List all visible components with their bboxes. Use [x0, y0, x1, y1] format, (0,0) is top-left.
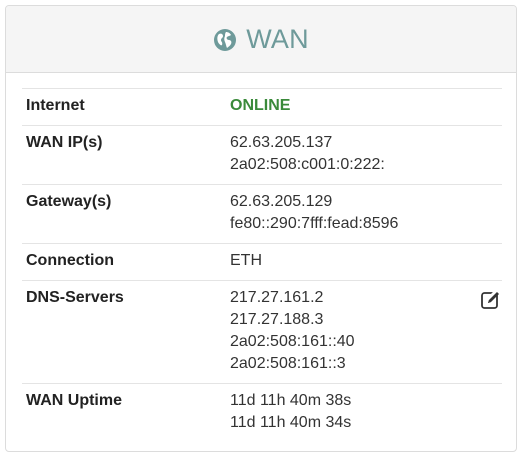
- wan-panel: WAN Internet ONLINE WAN IP(s) 62.63.205.…: [5, 5, 517, 452]
- panel-header: WAN: [6, 6, 516, 73]
- gateway-value: 62.63.205.129: [230, 193, 333, 210]
- gateway-label: Gateway(s): [22, 184, 226, 244]
- wan-ip-label: WAN IP(s): [22, 125, 226, 185]
- dns-servers-label: DNS-Servers: [22, 280, 226, 384]
- row-wan-uptime: WAN Uptime 11d 11h 40m 38s 11d 11h 40m 3…: [22, 383, 502, 442]
- wan-uptime-value: 11d 11h 40m 34s: [230, 414, 352, 431]
- row-gateway: Gateway(s) 62.63.205.129 fe80::290:7fff:…: [22, 184, 502, 244]
- panel-title: WAN: [246, 23, 309, 54]
- wan-uptime-value: 11d 11h 40m 38s: [230, 392, 352, 409]
- dns-server-value: 2a02:508:161::40: [230, 333, 355, 350]
- row-dns-servers: DNS-Servers 217.27.161.2 217.27.188.3 2a…: [22, 280, 502, 384]
- connection-value: ETH: [226, 243, 470, 281]
- globe-icon: [213, 28, 237, 52]
- dns-server-value: 217.27.188.3: [230, 311, 324, 328]
- row-connection: Connection ETH: [22, 243, 502, 281]
- wan-uptime-label: WAN Uptime: [22, 383, 226, 442]
- dns-server-value: 2a02:508:161::3: [230, 355, 346, 372]
- connection-label: Connection: [22, 243, 226, 281]
- internet-label: Internet: [22, 88, 226, 126]
- dns-server-value: 217.27.161.2: [230, 289, 324, 306]
- gateway-value: fe80::290:7fff:fead:8596: [230, 215, 399, 232]
- row-internet: Internet ONLINE: [22, 88, 502, 126]
- wan-info-table: Internet ONLINE WAN IP(s) 62.63.205.137 …: [22, 88, 502, 442]
- edit-icon[interactable]: [480, 289, 502, 311]
- row-wan-ip: WAN IP(s) 62.63.205.137 2a02:508:c001:0:…: [22, 125, 502, 185]
- wan-ip-value: 2a02:508:c001:0:222:: [230, 156, 385, 173]
- internet-status: ONLINE: [230, 97, 291, 114]
- wan-ip-value: 62.63.205.137: [230, 134, 333, 151]
